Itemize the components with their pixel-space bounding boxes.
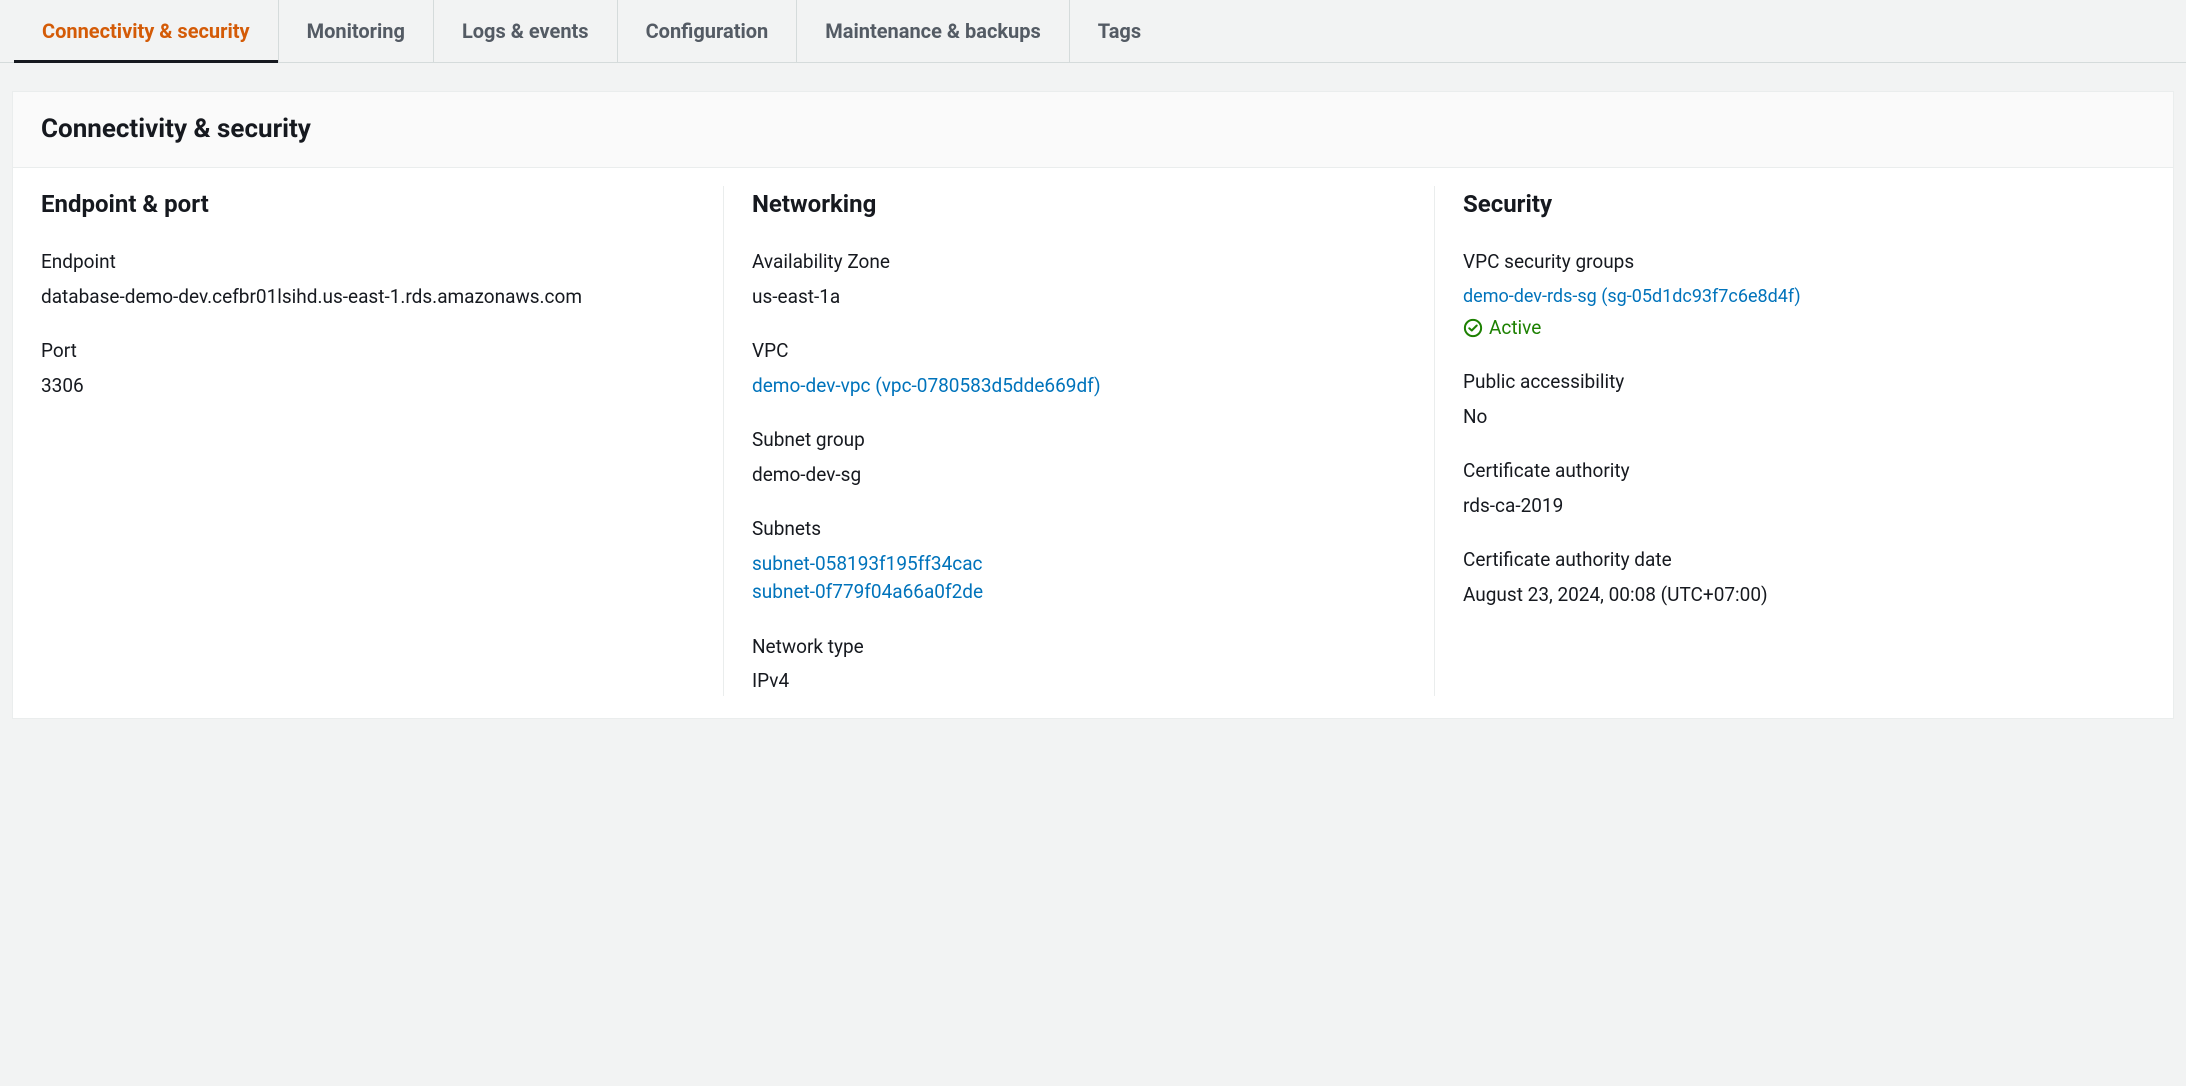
sg-value: demo-dev-rds-sg (sg-05d1dc93f7c6e8d4f) <box>1463 283 2117 310</box>
networking-heading: Networking <box>752 186 1406 222</box>
security-heading: Security <box>1463 186 2117 222</box>
vpc-value: demo-dev-vpc (vpc-0780583d5dde669df) <box>752 372 1406 401</box>
port-value: 3306 <box>41 372 695 401</box>
panel-header: Connectivity & security <box>13 92 2173 168</box>
subnet-link[interactable]: subnet-0f779f04a66a0f2de <box>752 578 1406 607</box>
subnet-group-label: Subnet group <box>752 426 1406 455</box>
vpc-label: VPC <box>752 337 1406 366</box>
sg-label: VPC security groups <box>1463 248 2117 277</box>
endpoint-label: Endpoint <box>41 248 695 277</box>
sg-status-text: Active <box>1489 314 1541 343</box>
az-value: us-east-1a <box>752 283 1406 312</box>
col-endpoint-port: Endpoint & port Endpoint database-demo-d… <box>41 186 723 696</box>
endpoint-value: database-demo-dev.cefbr01lsihd.us-east-1… <box>41 283 695 312</box>
sg-link[interactable]: demo-dev-rds-sg (sg-05d1dc93f7c6e8d4f) <box>1463 286 1801 307</box>
check-circle-icon <box>1463 318 1483 338</box>
public-label: Public accessibility <box>1463 368 2117 397</box>
tab-monitoring[interactable]: Monitoring <box>279 0 434 62</box>
network-type-label: Network type <box>752 633 1406 662</box>
sg-status-row: Active <box>1463 314 2117 343</box>
tab-logs-events[interactable]: Logs & events <box>434 0 618 62</box>
tab-maintenance-backups[interactable]: Maintenance & backups <box>797 0 1070 62</box>
tab-connectivity-security[interactable]: Connectivity & security <box>14 0 279 62</box>
subnet-group-value: demo-dev-sg <box>752 461 1406 490</box>
ca-date-label: Certificate authority date <box>1463 546 2117 575</box>
subnets-list: subnet-058193f195ff34cac subnet-0f779f04… <box>752 550 1406 607</box>
ca-date-value: August 23, 2024, 00:08 (UTC+07:00) <box>1463 581 2117 610</box>
col-networking: Networking Availability Zone us-east-1a … <box>723 186 1434 696</box>
public-value: No <box>1463 403 2117 432</box>
network-type-value: IPv4 <box>752 667 1406 696</box>
tab-tags[interactable]: Tags <box>1070 0 1169 62</box>
subnets-label: Subnets <box>752 515 1406 544</box>
connectivity-security-panel: Connectivity & security Endpoint & port … <box>12 91 2174 719</box>
col-security: Security VPC security groups demo-dev-rd… <box>1434 186 2145 696</box>
ca-label: Certificate authority <box>1463 457 2117 486</box>
endpoint-port-heading: Endpoint & port <box>41 186 695 222</box>
vpc-link[interactable]: demo-dev-vpc (vpc-0780583d5dde669df) <box>752 374 1101 397</box>
ca-value: rds-ca-2019 <box>1463 492 2117 521</box>
panel-columns: Endpoint & port Endpoint database-demo-d… <box>13 168 2173 718</box>
az-label: Availability Zone <box>752 248 1406 277</box>
subnet-link[interactable]: subnet-058193f195ff34cac <box>752 550 1406 579</box>
port-label: Port <box>41 337 695 366</box>
tabs-bar: Connectivity & security Monitoring Logs … <box>0 0 2186 63</box>
tab-configuration[interactable]: Configuration <box>618 0 798 62</box>
panel-title: Connectivity & security <box>41 110 2145 149</box>
